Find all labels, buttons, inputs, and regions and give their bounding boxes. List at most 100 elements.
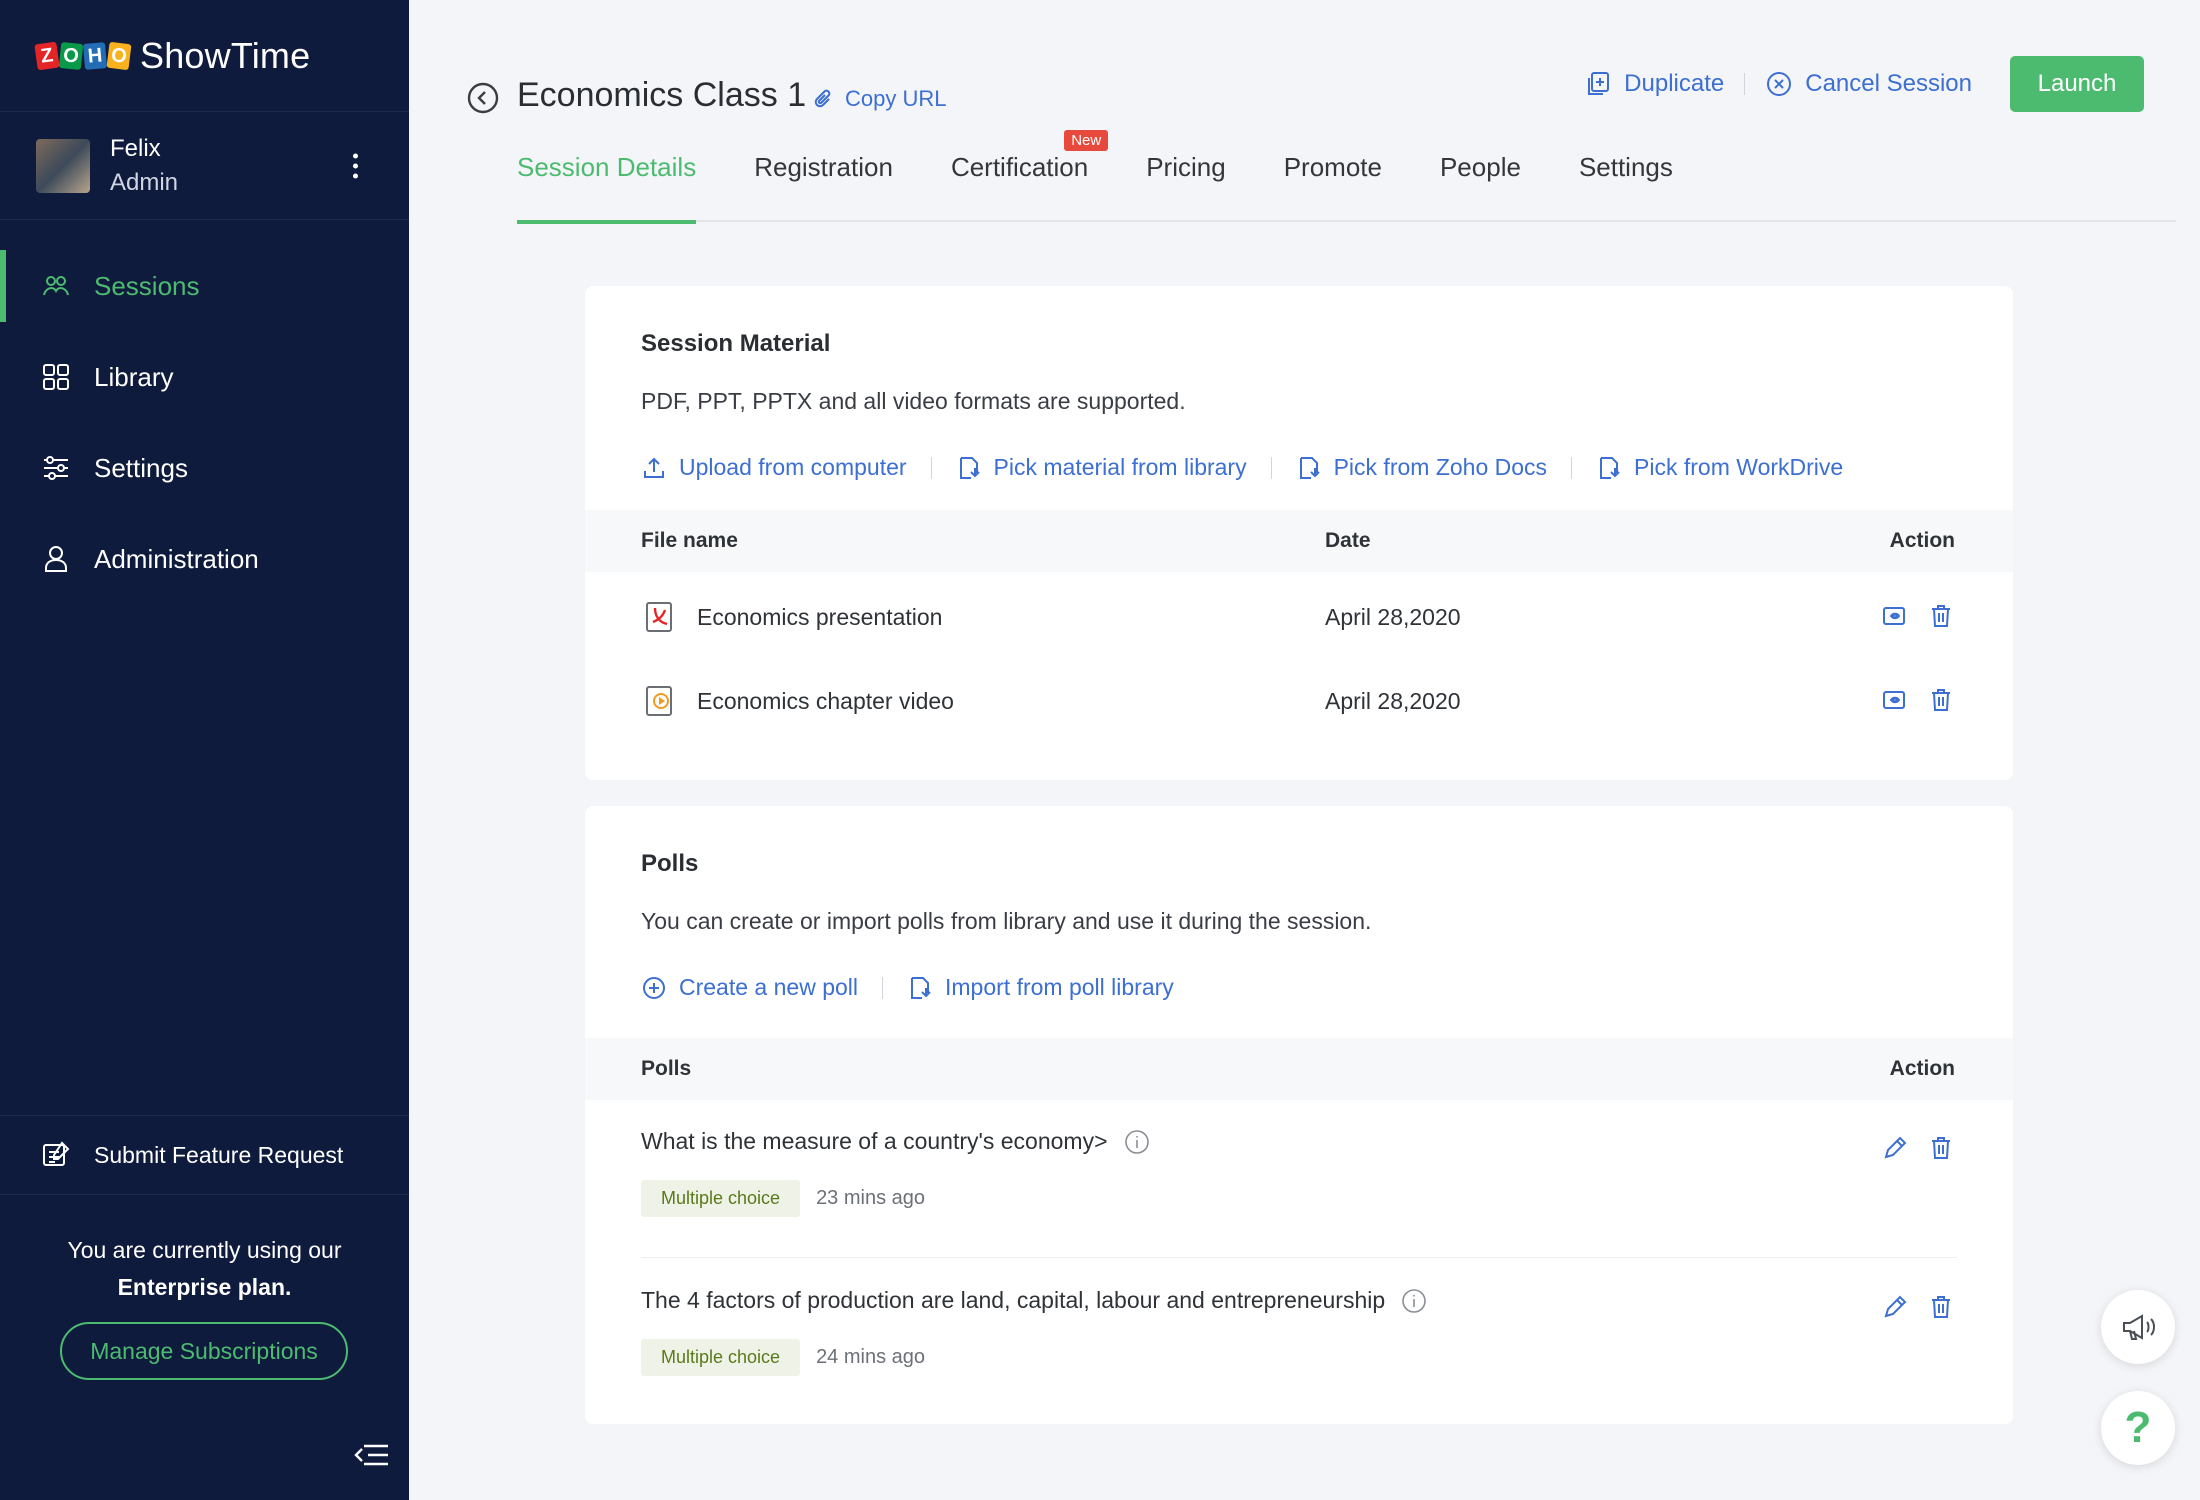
file-name-cell: Economics chapter video [643, 684, 954, 718]
delete-icon[interactable] [1927, 602, 1955, 630]
more-options-icon[interactable] [351, 153, 359, 178]
add-circle-icon [643, 976, 665, 999]
preview-icon[interactable] [1881, 686, 1909, 714]
user-role: Admin [110, 168, 179, 196]
poll-row[interactable]: What is the measure of a country's econo… [641, 1100, 1957, 1258]
manage-subscriptions-button[interactable]: Manage Subscriptions [60, 1322, 348, 1380]
sidebar-item-label: Settings [94, 452, 188, 483]
plan-info: You are currently using our Enterprise p… [0, 1232, 409, 1306]
info-icon[interactable] [1124, 1129, 1150, 1155]
tab-pricing[interactable]: Pricing [1146, 146, 1225, 222]
cancel-icon [1767, 72, 1792, 96]
logo-letter: O [106, 41, 132, 70]
edit-icon[interactable] [1881, 1293, 1909, 1321]
collapse-sidebar-icon[interactable] [352, 1440, 390, 1470]
back-icon[interactable] [467, 82, 499, 114]
polls-card: Polls You can create or import polls fro… [585, 806, 2013, 1424]
section-title: Session Material [641, 330, 831, 357]
row-actions [1881, 686, 1955, 714]
sidebar-item-administration[interactable]: Administration [0, 523, 409, 595]
brand[interactable]: Z O H O ShowTime [0, 0, 409, 112]
table-row[interactable]: Economics presentation April 28,2020 [585, 574, 2013, 658]
cancel-label: Cancel Session [1805, 70, 1972, 97]
divider [1571, 456, 1573, 479]
material-source-links: Upload from computer Pick material from … [641, 454, 1843, 481]
info-icon[interactable] [1401, 1288, 1427, 1314]
plan-text: You are currently using our [67, 1237, 342, 1263]
tab-registration[interactable]: Registration [754, 146, 893, 222]
sidebar-item-library[interactable]: Library [0, 341, 409, 413]
main-content: Economics Class 1 Copy URL Duplicate Can… [409, 0, 2200, 1500]
file-name: Economics presentation [697, 603, 943, 630]
divider [930, 456, 932, 479]
sidebar-item-sessions[interactable]: Sessions [0, 250, 409, 322]
edit-icon[interactable] [1881, 1134, 1909, 1162]
import-icon [911, 976, 931, 999]
row-actions [1881, 1134, 1955, 1162]
sidebar-item-label: Sessions [94, 270, 200, 301]
preview-icon[interactable] [1881, 602, 1909, 630]
link-label: Pick material from library [993, 454, 1247, 480]
tab-session-details[interactable]: Session Details [517, 146, 697, 224]
zoho-docs-icon [1299, 456, 1320, 479]
duplicate-label: Duplicate [1624, 70, 1725, 97]
poll-question-text: What is the measure of a country's econo… [641, 1128, 1108, 1154]
copy-url-label: Copy URL [845, 86, 947, 111]
delete-icon[interactable] [1927, 1134, 1955, 1162]
link-label: Create a new poll [679, 974, 858, 1000]
user-name: Felix [110, 134, 161, 162]
launch-button[interactable]: Launch [2010, 56, 2144, 112]
tab-people[interactable]: People [1440, 146, 1521, 222]
poll-question: What is the measure of a country's econo… [641, 1128, 1150, 1155]
pdf-file-icon [646, 602, 672, 632]
create-new-poll-link[interactable]: Create a new poll [641, 974, 858, 1001]
duplicate-button[interactable]: Duplicate [1564, 70, 1744, 98]
pick-from-workdrive-link[interactable]: Pick from WorkDrive [1596, 454, 1843, 481]
sidebar-item-label: Library [94, 361, 174, 392]
link-label: Import from poll library [945, 974, 1174, 1000]
page-title: Economics Class 1 [517, 76, 807, 114]
sidebar-item-settings[interactable]: Settings [0, 432, 409, 504]
help-button[interactable]: ? [2101, 1391, 2175, 1465]
pick-from-zoho-docs-link[interactable]: Pick from Zoho Docs [1296, 454, 1547, 481]
copy-url-link[interactable]: Copy URL [811, 86, 946, 112]
logo-letter: O [58, 41, 84, 70]
logo-letter: Z [34, 41, 60, 70]
sidebar-nav: Sessions Library Settings Administration [0, 220, 409, 595]
session-material-card: Session Material PDF, PPT, PPTX and all … [585, 286, 2013, 780]
poll-links: Create a new poll Import from poll libra… [641, 974, 1174, 1001]
tab-promote[interactable]: Promote [1284, 146, 1382, 222]
pick-from-library-link[interactable]: Pick material from library [956, 454, 1247, 481]
row-actions [1881, 1293, 1955, 1321]
polls-table-header: Polls Action [585, 1038, 2013, 1100]
table-row[interactable]: Economics chapter video April 28,2020 [585, 658, 2013, 742]
workdrive-icon [1600, 456, 1620, 479]
poll-type-badge: Multiple choice [641, 1339, 801, 1376]
tab-settings[interactable]: Settings [1579, 146, 1673, 222]
help-icon: ? [2124, 1403, 2152, 1452]
section-title: Polls [641, 850, 699, 877]
column-header: Polls [641, 1057, 692, 1080]
tab-certification[interactable]: Certification New [951, 130, 1109, 222]
link-label: Upload from computer [679, 454, 907, 480]
sidebar-item-label: Administration [94, 543, 259, 574]
poll-type-badge: Multiple choice [641, 1180, 801, 1217]
submit-feature-request[interactable]: Submit Feature Request [0, 1115, 409, 1195]
duplicate-icon [1588, 72, 1610, 95]
file-date: April 28,2020 [1325, 688, 1461, 714]
upload-from-computer-link[interactable]: Upload from computer [641, 454, 907, 481]
logo-letter: H [82, 41, 108, 70]
announcements-button[interactable] [2101, 1290, 2175, 1364]
divider [1270, 456, 1272, 479]
delete-icon[interactable] [1927, 1293, 1955, 1321]
sidebar: Z O H O ShowTime Felix Admin Sessions Li… [0, 0, 409, 1500]
import-poll-library-link[interactable]: Import from poll library [907, 974, 1174, 1001]
cancel-session-button[interactable]: Cancel Session [1745, 70, 1992, 98]
avatar [36, 138, 90, 193]
poll-meta: Multiple choice 23 mins ago [641, 1180, 925, 1217]
library-icon [43, 364, 69, 390]
poll-row[interactable]: The 4 factors of production are land, ca… [641, 1259, 1957, 1417]
files-table-header: File name Date Action [585, 510, 2013, 572]
delete-icon[interactable] [1927, 686, 1955, 714]
user-profile[interactable]: Felix Admin [0, 112, 409, 220]
